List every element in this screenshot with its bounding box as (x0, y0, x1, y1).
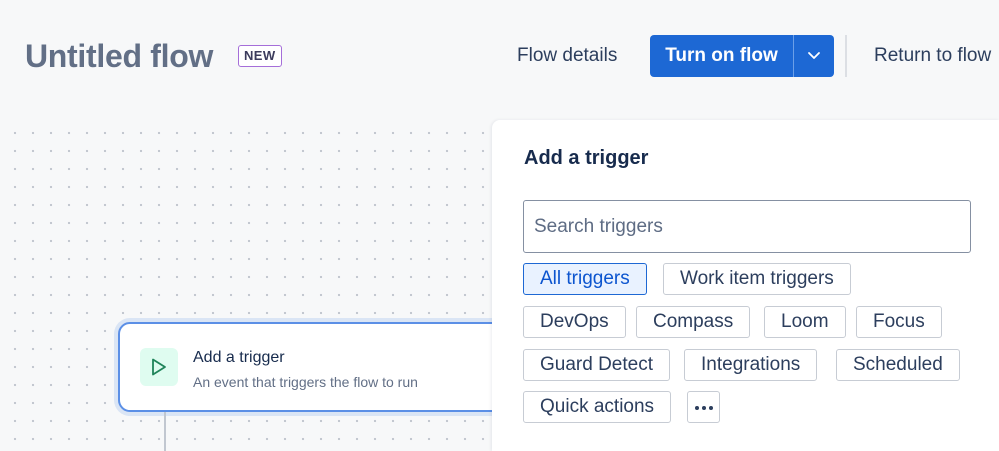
filter-quick-actions[interactable]: Quick actions (523, 391, 672, 423)
page-title[interactable]: Untitled flow (25, 36, 213, 76)
chevron-down-icon (808, 52, 820, 59)
more-horizontal-icon (695, 406, 713, 410)
filter-guard-detect[interactable]: Guard Detect (523, 349, 670, 381)
search-triggers-input[interactable] (523, 200, 971, 253)
filter-compass[interactable]: Compass (636, 306, 751, 338)
filter-devops[interactable]: DevOps (523, 306, 626, 338)
header-divider (845, 35, 847, 77)
trigger-node-title: Add a trigger (193, 349, 285, 366)
filter-all-triggers[interactable]: All triggers (523, 263, 647, 295)
add-trigger-panel: Add a trigger All triggers Work item tri… (492, 120, 999, 451)
filter-work-item-triggers[interactable]: Work item triggers (663, 263, 851, 295)
add-trigger-node[interactable]: Add a trigger An event that triggers the… (118, 322, 518, 412)
filter-scheduled[interactable]: Scheduled (836, 349, 960, 381)
node-connector (164, 412, 166, 451)
flow-details-button[interactable]: Flow details (517, 44, 617, 68)
trigger-icon-container (140, 348, 178, 386)
filter-loom[interactable]: Loom (764, 306, 846, 338)
turn-on-flow-button[interactable]: Turn on flow (650, 35, 793, 77)
trigger-node-subtitle: An event that triggers the flow to run (193, 374, 418, 390)
more-filters-button[interactable] (687, 391, 720, 423)
play-icon (152, 358, 166, 376)
header: Untitled flow NEW Flow details Turn on f… (0, 0, 999, 112)
filter-focus[interactable]: Focus (856, 306, 942, 338)
turn-on-flow-dropdown-button[interactable] (793, 35, 834, 77)
new-badge: NEW (238, 45, 282, 67)
return-to-flow-button[interactable]: Return to flow (874, 44, 991, 68)
panel-title: Add a trigger (524, 147, 649, 169)
filter-integrations[interactable]: Integrations (684, 349, 818, 381)
